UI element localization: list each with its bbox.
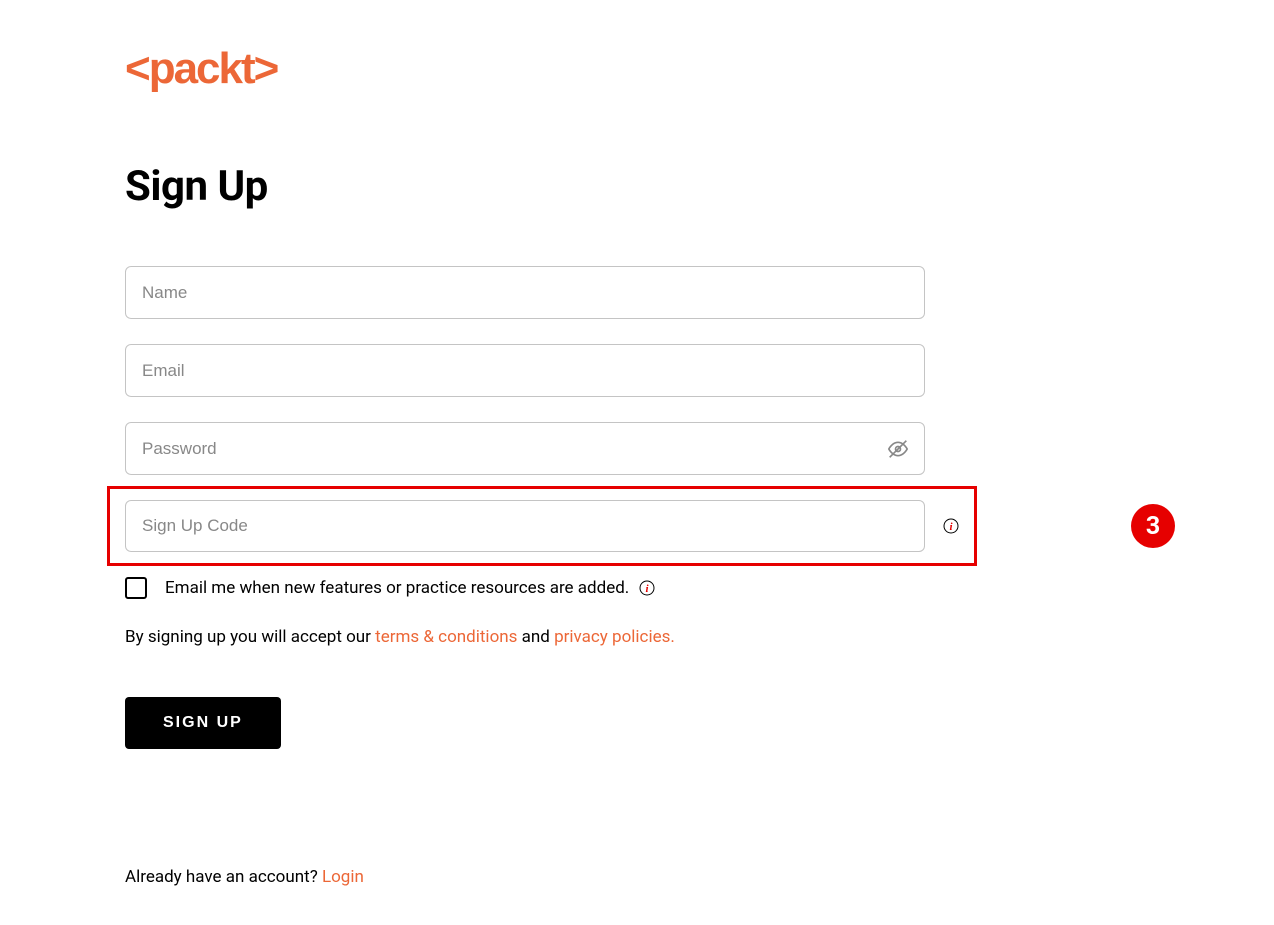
svg-text:i: i [646, 583, 650, 595]
packt-logo: <packt> [125, 45, 1149, 97]
info-icon[interactable]: i [639, 580, 655, 596]
terms-connector: and [517, 627, 554, 647]
email-updates-checkbox[interactable] [125, 577, 147, 599]
signup-code-input[interactable] [142, 501, 908, 551]
terms-conditions-link[interactable]: terms & conditions [375, 627, 517, 647]
checkbox-row: Email me when new features or practice r… [125, 577, 1149, 599]
info-icon[interactable]: i [943, 518, 959, 534]
checkbox-label-wrapper: Email me when new features or practice r… [165, 578, 655, 598]
sign-up-button[interactable]: SIGN UP [125, 697, 281, 749]
privacy-policies-link[interactable]: privacy policies. [554, 627, 675, 647]
signup-code-field-wrapper [125, 500, 925, 552]
signup-code-wrapper: i 3 [125, 500, 925, 552]
step-number: 3 [1146, 512, 1160, 541]
footer-question: Already have an account? [125, 867, 322, 887]
checkbox-label: Email me when new features or practice r… [165, 578, 629, 598]
name-input[interactable] [142, 267, 908, 318]
password-input[interactable] [142, 423, 876, 474]
name-field-wrapper [125, 266, 925, 319]
svg-text:i: i [949, 521, 953, 533]
footer-text: Already have an account? Login [125, 867, 364, 887]
login-link[interactable]: Login [322, 867, 364, 887]
terms-prefix: By signing up you will accept our [125, 627, 375, 647]
password-field-wrapper [125, 422, 925, 475]
step-badge: 3 [1131, 504, 1175, 548]
email-field-wrapper [125, 344, 925, 397]
page-title: Sign Up [125, 162, 1149, 211]
eye-slash-icon[interactable] [888, 439, 908, 459]
svg-text:<packt>: <packt> [125, 45, 278, 93]
email-input[interactable] [142, 345, 908, 396]
terms-text: By signing up you will accept our terms … [125, 627, 1149, 647]
